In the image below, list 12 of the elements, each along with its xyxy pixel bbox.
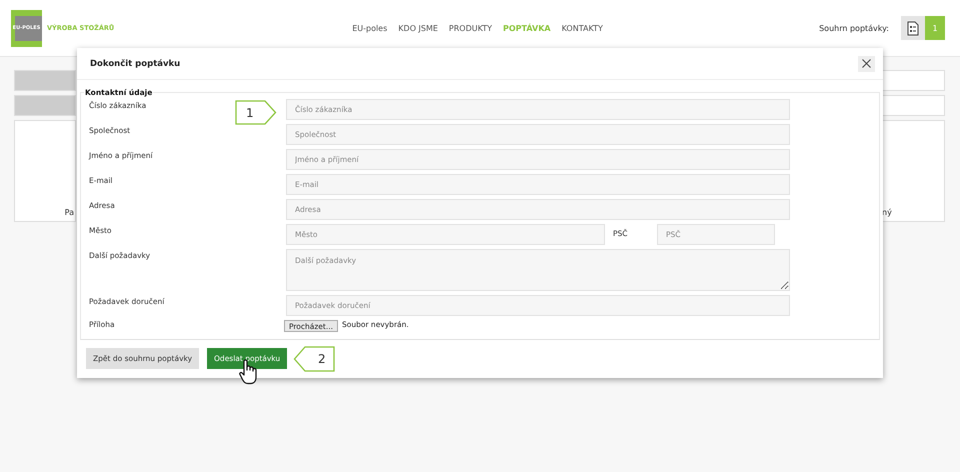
nav-link[interactable]: KDO JSME bbox=[398, 24, 438, 32]
nav-link[interactable]: PRODUKTY bbox=[448, 24, 492, 32]
document-icon[interactable] bbox=[901, 16, 925, 40]
nav-link[interactable]: EU-poles bbox=[352, 24, 388, 32]
modal-title: Dokončit poptávku bbox=[90, 58, 180, 68]
nav-link[interactable]: KONTAKTY bbox=[562, 24, 603, 32]
card-text: Pa bbox=[64, 208, 74, 217]
close-button[interactable] bbox=[858, 56, 875, 72]
close-icon bbox=[862, 59, 871, 68]
filter-bar bbox=[14, 70, 76, 91]
filter-bar bbox=[14, 95, 76, 116]
summary-label: Souhrn poptávky: bbox=[819, 24, 889, 32]
